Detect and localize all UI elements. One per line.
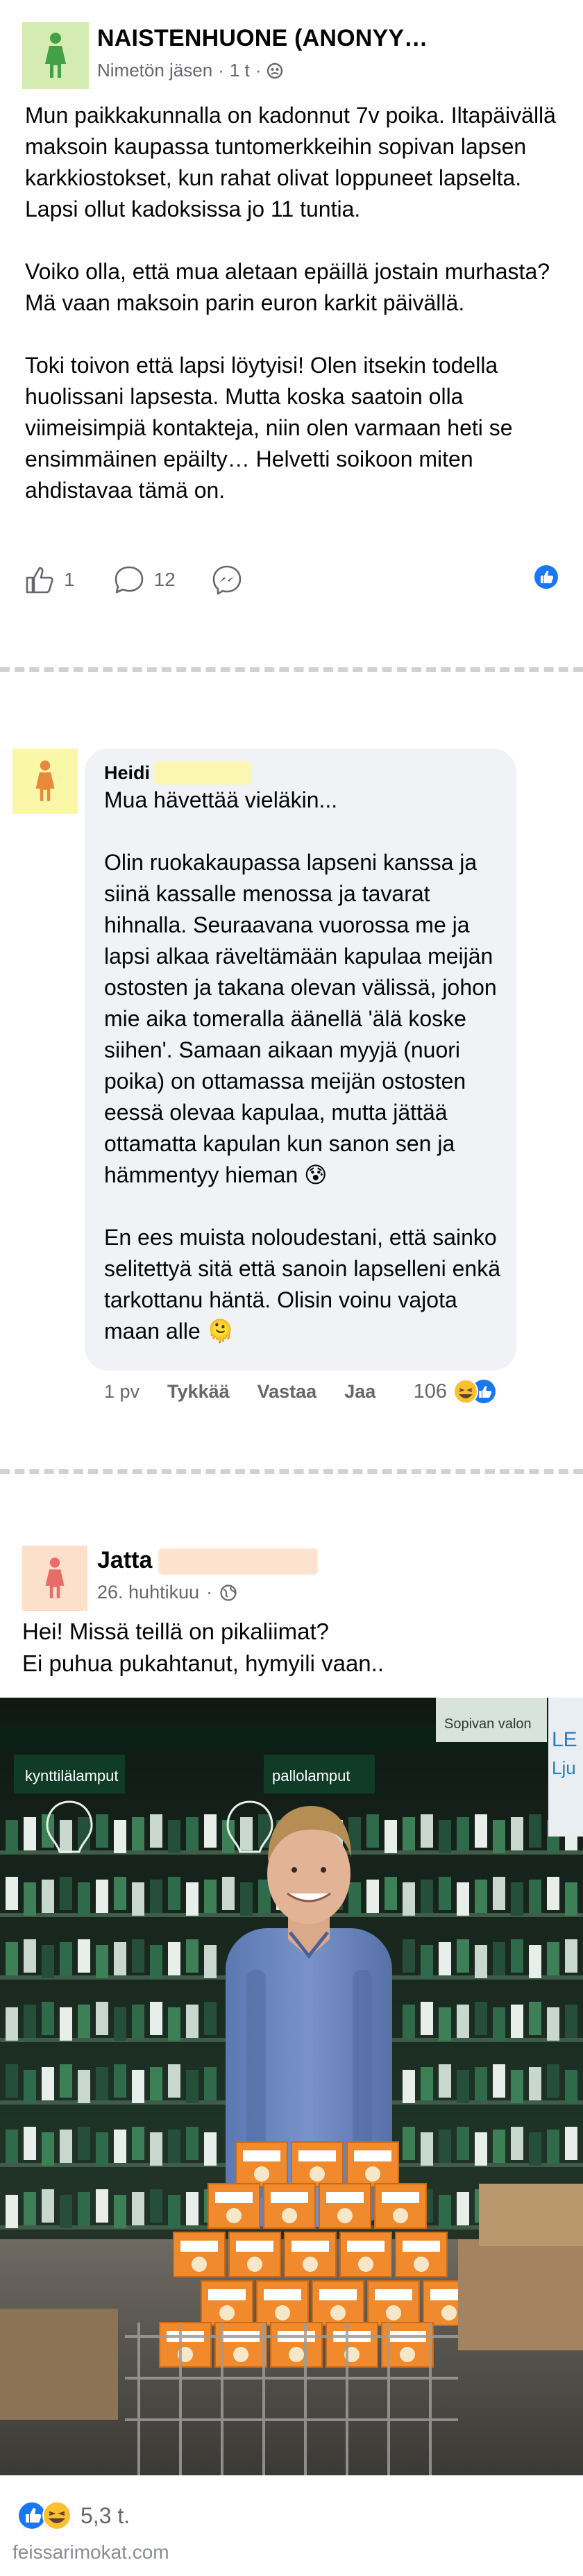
sign-text: Sopivan valon: [444, 1716, 532, 1732]
reaction-icons[interactable]: [451, 1378, 500, 1405]
group-name[interactable]: NAISTENHUONE (ANONYY…: [97, 25, 428, 52]
post-paragraph: Voiko olla, että mua aletaan epäillä jos…: [25, 259, 550, 315]
post-line: Hei! Missä teillä on pikaliimat?: [22, 1619, 330, 1644]
sign-text: LE: [552, 1728, 577, 1751]
sign-text: kynttilälamput: [25, 1767, 119, 1784]
name-redaction: [154, 761, 251, 785]
comment-count: 12: [153, 568, 176, 590]
avatar-group[interactable]: [22, 22, 89, 89]
avatar-commenter[interactable]: [12, 748, 78, 814]
divider: [0, 1469, 583, 1474]
commenter-name[interactable]: Heidi: [104, 762, 150, 784]
post-body: Mun paikkakunnalla on kadonnut 7v poika.…: [25, 100, 559, 506]
post-meta: Nimetön jäsen · 1 t ·: [97, 60, 283, 81]
comment-paragraph: Mua hävettää vieläkin...: [104, 787, 338, 812]
comment-paragraph: Olin ruokakaupassa lapseni kanssa ja sii…: [104, 850, 497, 1187]
messenger-icon: [212, 565, 242, 594]
name-redaction: [158, 1548, 318, 1575]
divider: [0, 667, 583, 672]
author-name[interactable]: Nimetön jäsen: [97, 60, 212, 81]
source-watermark: feissarimokat.com: [12, 2541, 169, 2563]
post-actions: 1 12: [25, 564, 559, 595]
sign-text: Lju: [552, 1757, 576, 1778]
reaction-count: 5,3 t.: [81, 2502, 130, 2528]
store-photo-illustration: kynttilälamput pallolamput Sopivan valon…: [0, 1698, 583, 2475]
reaction-count[interactable]: 106: [414, 1380, 447, 1403]
like-haha-reaction-icon: [17, 2501, 71, 2530]
like-reaction-icon: [533, 564, 559, 595]
person-icon: [35, 760, 55, 801]
comment-actions: 1 pv Tykkää Vastaa Jaa 106: [104, 1378, 500, 1405]
like-button[interactable]: 1: [25, 566, 75, 594]
comment-paragraph: En ees muista noloudestani, että sainko …: [104, 1225, 501, 1344]
post-reactions[interactable]: 5,3 t.: [17, 2500, 130, 2532]
comment-like-button[interactable]: Tykkää: [167, 1381, 230, 1403]
post-paragraph: Toki toivon että lapsi löytyisi! Olen it…: [25, 353, 513, 503]
comment-share-button[interactable]: Jaa: [344, 1381, 375, 1403]
comment-button[interactable]: 12: [114, 565, 176, 594]
messenger-button[interactable]: [212, 564, 242, 595]
post-paragraph: Mun paikkakunnalla on kadonnut 7v poika.…: [25, 103, 556, 221]
post-line: Ei puhua pukahtanut, hymyili vaan..: [22, 1650, 384, 1676]
person-icon: [45, 33, 66, 78]
post-photo[interactable]: kynttilälamput pallolamput Sopivan valon…: [0, 1698, 583, 2475]
sign-text: pallolamput: [272, 1767, 350, 1784]
post-body: Hei! Missä teillä on pikaliimat? Ei puhu…: [22, 1616, 557, 1680]
comment-time[interactable]: 1 pv: [104, 1381, 140, 1403]
post-meta: 26. huhtikuu ·: [97, 1582, 237, 1603]
like-icon: [26, 567, 53, 593]
post-time[interactable]: 1 t: [230, 60, 250, 81]
comment-icon: [115, 566, 143, 593]
person-icon: [45, 1557, 65, 1598]
comment-reply-button[interactable]: Vastaa: [257, 1381, 317, 1403]
like-count: 1: [64, 568, 75, 590]
haha-like-reaction-icon: [453, 1379, 496, 1404]
author-name[interactable]: Jatta: [97, 1547, 152, 1574]
avatar-author[interactable]: [22, 1546, 87, 1611]
comment-text: Mua hävettää vieläkin... Olin ruokakaupa…: [104, 785, 507, 1347]
globe-icon: [220, 1584, 237, 1601]
post-date[interactable]: 26. huhtikuu: [97, 1582, 199, 1603]
anonymous-icon: [267, 62, 283, 78]
